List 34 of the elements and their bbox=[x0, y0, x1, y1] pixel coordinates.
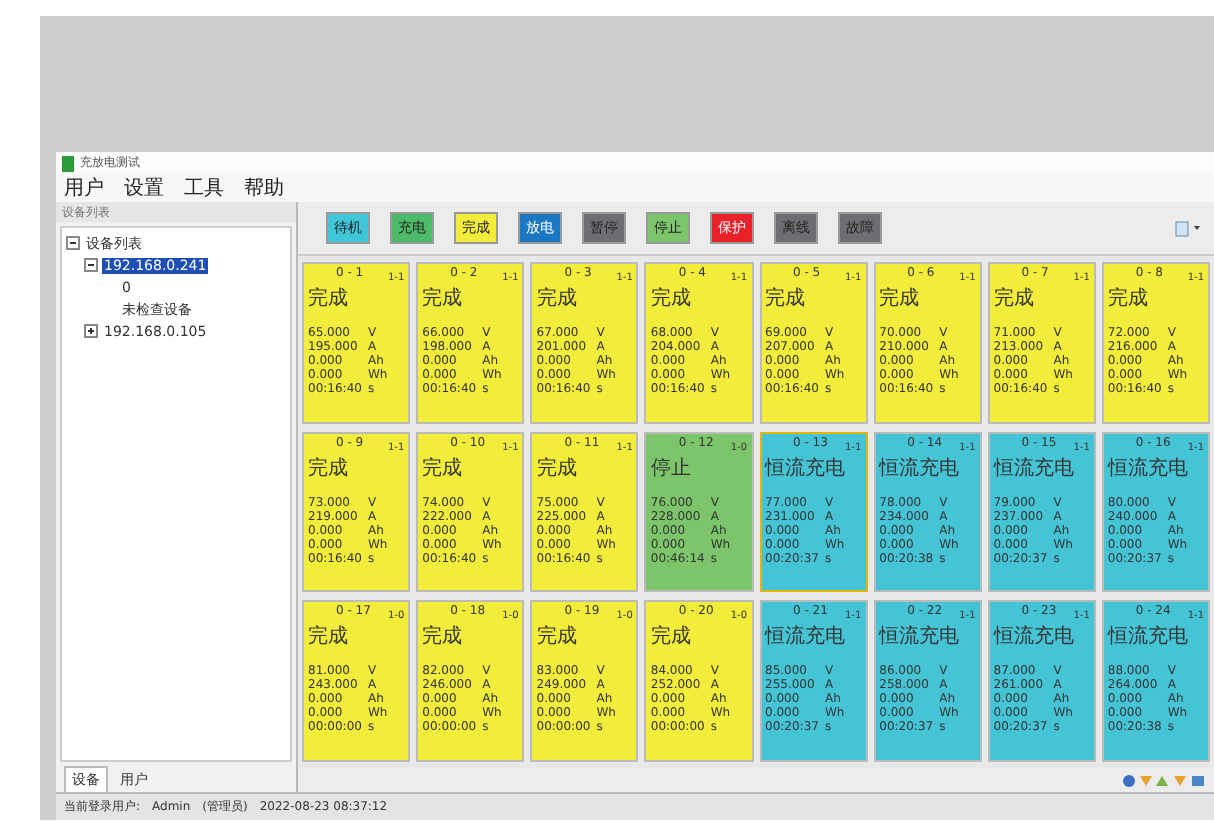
expander-icon[interactable] bbox=[84, 258, 98, 272]
channel-status: 恒流充电 bbox=[765, 623, 845, 651]
channel-status: 恒流充电 bbox=[765, 455, 845, 482]
menu-item[interactable]: 工具 bbox=[184, 174, 224, 202]
channel-status: 完成 bbox=[536, 455, 577, 482]
channel-status: 完成 bbox=[422, 285, 463, 312]
channel-status: 完成 bbox=[308, 455, 348, 482]
channel-status: 完成 bbox=[765, 285, 805, 312]
channel-status: 恒流充电 bbox=[1107, 623, 1188, 651]
channel-status: 完成 bbox=[993, 285, 1034, 312]
channel-status: 完成 bbox=[422, 623, 463, 651]
channel-status: 完成 bbox=[536, 285, 577, 312]
channel-status: 恒流充电 bbox=[879, 623, 960, 651]
channel-status: 完成 bbox=[422, 455, 463, 482]
channel-status: 完成 bbox=[1107, 285, 1148, 312]
view-options-icon[interactable] bbox=[1174, 218, 1202, 238]
menu-item[interactable]: 用户 bbox=[64, 174, 104, 202]
channel-status: 停止 bbox=[650, 455, 691, 482]
menu-item[interactable]: 设置 bbox=[124, 174, 164, 202]
channel-status: 完成 bbox=[879, 285, 920, 312]
channel-status: 恒流充电 bbox=[1107, 455, 1188, 482]
channel-status: 恒流充电 bbox=[993, 623, 1074, 651]
channel-status: 恒流充电 bbox=[879, 455, 960, 482]
menu-item[interactable]: 帮助 bbox=[244, 174, 284, 202]
channel-status: 完成 bbox=[536, 623, 577, 651]
status-icons-drawing bbox=[1122, 773, 1206, 787]
channel-status: 恒流充电 bbox=[993, 455, 1074, 482]
expander-icon[interactable] bbox=[66, 236, 80, 250]
expander-icon[interactable] bbox=[84, 324, 98, 338]
channel-status: 完成 bbox=[650, 285, 691, 312]
channel-status: 完成 bbox=[308, 285, 348, 312]
channel-status: 完成 bbox=[308, 623, 348, 651]
app-icon bbox=[62, 155, 74, 171]
channel-status: 完成 bbox=[650, 623, 691, 651]
